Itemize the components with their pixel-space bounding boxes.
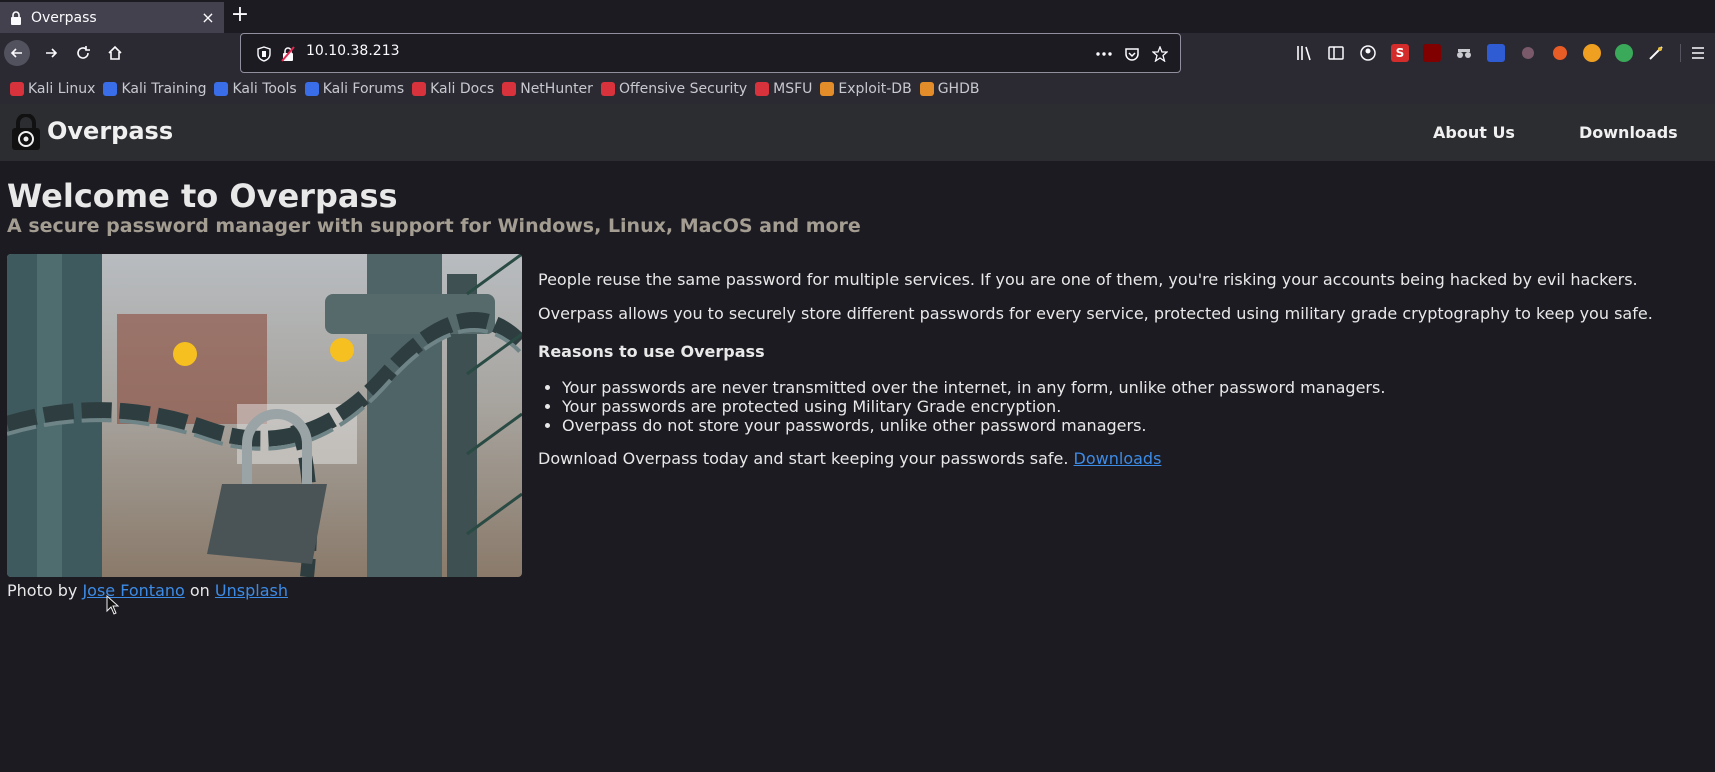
chained-gate-photo <box>7 254 522 577</box>
credit-prefix: Photo by <box>7 581 78 600</box>
photographer-link[interactable]: Jose Fontano <box>82 581 184 600</box>
bookmark-favicon-icon <box>820 81 835 96</box>
extension-wand-icon[interactable] <box>1647 44 1665 62</box>
bookmark-favicon-icon <box>412 81 427 96</box>
reasons-list: Your passwords are never transmitted ove… <box>562 378 1698 435</box>
extension-c-icon[interactable] <box>1583 44 1601 62</box>
page-subtitle: A secure password manager with support f… <box>7 215 861 237</box>
extension-cookie-icon[interactable] <box>1519 44 1537 62</box>
bookmark-label: MSFU <box>773 80 813 97</box>
extension-fox-icon[interactable] <box>1551 44 1569 62</box>
extension-s-icon[interactable]: S <box>1391 44 1409 62</box>
tab-overpass[interactable]: Overpass × <box>0 0 224 33</box>
photo-credit: Photo by Jose Fontano on Unsplash <box>7 581 288 600</box>
reload-button[interactable] <box>70 40 96 66</box>
account-icon[interactable] <box>1359 44 1377 62</box>
bookmark-item[interactable]: Kali Linux <box>10 81 95 97</box>
extension-spy-icon[interactable] <box>1455 44 1473 62</box>
downloads-link[interactable]: Downloads <box>1074 449 1162 468</box>
bookmark-favicon-icon <box>755 81 770 96</box>
bookmark-favicon-icon <box>103 81 118 96</box>
nav-downloads-link[interactable]: Downloads <box>1579 123 1678 142</box>
bookmark-item[interactable]: Kali Training <box>103 81 206 97</box>
sidebar-icon[interactable] <box>1327 44 1345 62</box>
padlock-favicon-icon <box>9 10 23 25</box>
list-item: Your passwords are protected using Milit… <box>562 397 1698 416</box>
bookmark-favicon-icon <box>214 81 229 96</box>
bookmark-item[interactable]: Kali Forums <box>304 80 405 97</box>
bookmark-label: Offensive Security <box>618 80 748 97</box>
intro-paragraph-1: People reuse the same password for multi… <box>538 270 1638 289</box>
ublock-origin-icon[interactable] <box>1423 44 1441 62</box>
bookmark-label: Kali Linux <box>28 80 96 97</box>
page-actions-icon[interactable] <box>1095 45 1113 63</box>
bookmark-favicon-icon <box>10 81 24 96</box>
bookmark-label: Kali Forums <box>322 80 405 97</box>
hamburger-menu-icon[interactable] <box>1689 44 1707 62</box>
bookmark-label: NetHunter <box>520 80 593 97</box>
insecure-lock-icon[interactable] <box>279 45 297 63</box>
bookmark-item[interactable]: NetHunter <box>502 81 593 97</box>
overpass-logo-icon <box>10 113 42 152</box>
navigation-toolbar: S <box>0 33 1715 73</box>
forward-button[interactable] <box>38 40 64 66</box>
nav-about-us-link[interactable]: About Us <box>1433 123 1515 142</box>
home-button[interactable] <box>102 40 128 66</box>
arrow-left-icon <box>10 48 22 58</box>
arrow-right-icon <box>46 48 58 58</box>
close-tab-icon[interactable]: × <box>198 8 218 28</box>
bookmark-item[interactable]: Exploit-DB <box>820 80 912 97</box>
tab-bar: Overpass × + <box>0 0 1715 33</box>
site-brand[interactable]: Overpass <box>47 117 173 145</box>
bookmark-item[interactable]: Kali Tools <box>214 80 297 97</box>
bookmark-favicon-icon <box>502 81 517 96</box>
page-title: Welcome to Overpass <box>7 177 398 215</box>
bookmark-item[interactable]: Kali Docs <box>412 81 494 97</box>
bookmark-item[interactable]: Offensive Security <box>600 80 748 97</box>
bookmark-favicon-icon <box>600 81 615 96</box>
reasons-heading: Reasons to use Overpass <box>538 342 765 361</box>
credit-middle: on <box>189 581 210 600</box>
bookmark-label: Kali Docs <box>430 80 495 97</box>
list-item: Your passwords are never transmitted ove… <box>562 378 1698 397</box>
bookmark-label: Kali Tools <box>232 80 297 97</box>
download-cta: Download Overpass today and start keepin… <box>538 449 1698 469</box>
reload-icon <box>77 46 90 59</box>
library-icon[interactable] <box>1296 44 1314 62</box>
back-button[interactable] <box>4 40 30 66</box>
shield-icon[interactable] <box>255 45 273 63</box>
list-item: Overpass do not store your passwords, un… <box>562 416 1698 435</box>
intro-content: People reuse the same password for multi… <box>538 270 1698 483</box>
bookmark-star-icon[interactable] <box>1151 45 1169 63</box>
bookmark-label: Exploit-DB <box>838 80 912 97</box>
address-bar[interactable] <box>240 33 1181 73</box>
bookmark-label: GHDB <box>937 80 980 97</box>
bookmark-item[interactable]: GHDB <box>919 80 980 97</box>
mouse-cursor-icon <box>106 594 120 615</box>
bookmark-favicon-icon <box>304 81 319 96</box>
site-header: Overpass About Us Downloads <box>0 104 1715 161</box>
extension-blue-shield-icon[interactable] <box>1487 44 1505 62</box>
bookmarks-toolbar: Kali Linux Kali Training Kali Tools Kali Fo… <box>0 73 1715 104</box>
intro-paragraph-2: Overpass allows you to securely store di… <box>538 304 1653 323</box>
home-icon <box>108 45 122 60</box>
bookmark-label: Kali Training <box>121 80 207 97</box>
unsplash-link[interactable]: Unsplash <box>215 581 288 600</box>
cta-text: Download Overpass today and start keepin… <box>538 449 1069 468</box>
toolbar-divider <box>1680 44 1681 62</box>
extension-sync-icon[interactable] <box>1615 44 1633 62</box>
web-page: Overpass About Us Downloads Welcome to O… <box>0 104 1715 772</box>
bookmark-item[interactable]: MSFU <box>755 81 812 97</box>
tab-title: Overpass <box>31 9 97 26</box>
new-tab-button[interactable]: + <box>229 4 251 27</box>
pocket-icon[interactable] <box>1123 45 1141 63</box>
bookmark-favicon-icon <box>919 81 934 96</box>
url-input[interactable] <box>306 43 1006 59</box>
